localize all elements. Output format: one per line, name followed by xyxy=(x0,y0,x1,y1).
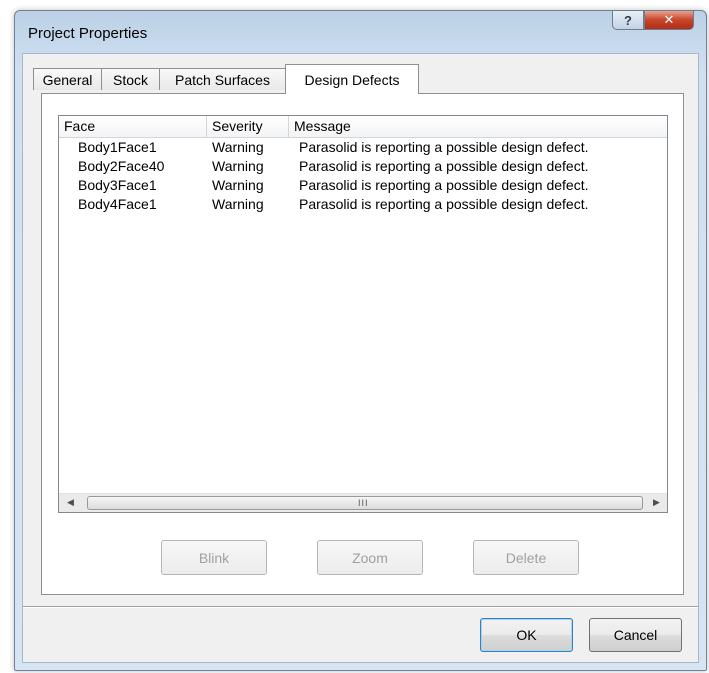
message-cell: Parasolid is reporting a possible design… xyxy=(299,139,589,155)
scroll-right-icon[interactable]: ▶ xyxy=(647,494,666,512)
close-icon: ✕ xyxy=(663,12,675,28)
project-properties-dialog: Project Properties ? ✕ General Stock Pat… xyxy=(14,10,707,671)
column-header-message[interactable]: Message xyxy=(289,116,667,137)
tab-stock[interactable]: Stock xyxy=(101,68,160,90)
face-cell: Body1Face1 xyxy=(78,139,157,155)
tab-label: Design Defects xyxy=(304,71,400,88)
severity-cell: Warning xyxy=(212,196,264,212)
dialog-client-area: General Stock Patch Surfaces Design Defe… xyxy=(22,53,699,663)
face-cell: Body4Face1 xyxy=(78,196,157,212)
message-cell: Parasolid is reporting a possible design… xyxy=(299,196,589,212)
window-title: Project Properties xyxy=(28,25,148,42)
tab-design-defects[interactable]: Design Defects xyxy=(285,64,419,94)
blink-button[interactable]: Blink xyxy=(161,540,267,575)
tab-label: Patch Surfaces xyxy=(175,71,270,88)
column-header-severity[interactable]: Severity xyxy=(207,116,289,137)
list-item[interactable]: Body2Face40 Warning Parasolid is reporti… xyxy=(59,157,667,176)
delete-button[interactable]: Delete xyxy=(473,540,579,575)
list-item[interactable]: Body3Face1 Warning Parasolid is reportin… xyxy=(59,176,667,195)
tab-label: General xyxy=(42,71,93,88)
severity-cell: Warning xyxy=(212,177,264,193)
zoom-button[interactable]: Zoom xyxy=(317,540,423,575)
list-header: Face Severity Message xyxy=(59,116,667,138)
list-item[interactable]: Body4Face1 Warning Parasolid is reportin… xyxy=(59,195,667,214)
horizontal-scrollbar[interactable]: ◀ III ▶ xyxy=(59,493,667,512)
scrollbar-thumb[interactable]: III xyxy=(87,496,643,510)
cancel-button[interactable]: Cancel xyxy=(589,618,682,652)
column-header-face[interactable]: Face xyxy=(59,116,207,137)
help-button[interactable]: ? xyxy=(612,10,644,30)
design-defects-panel: Face Severity Message Body1Face1 Warning… xyxy=(41,93,684,595)
severity-cell: Warning xyxy=(212,158,264,174)
face-cell: Body3Face1 xyxy=(78,177,157,193)
list-item[interactable]: Body1Face1 Warning Parasolid is reportin… xyxy=(59,138,667,157)
grip-icon: III xyxy=(358,498,369,508)
defects-list[interactable]: Face Severity Message Body1Face1 Warning… xyxy=(58,115,668,513)
message-cell: Parasolid is reporting a possible design… xyxy=(299,177,589,193)
scroll-left-icon[interactable]: ◀ xyxy=(61,494,80,512)
tab-patch-surfaces[interactable]: Patch Surfaces xyxy=(159,68,286,90)
title-bar[interactable]: Project Properties ? ✕ xyxy=(15,10,706,51)
tab-general[interactable]: General xyxy=(33,68,102,90)
severity-cell: Warning xyxy=(212,139,264,155)
message-cell: Parasolid is reporting a possible design… xyxy=(299,158,589,174)
close-button[interactable]: ✕ xyxy=(644,10,694,30)
face-cell: Body2Face40 xyxy=(78,158,165,174)
help-icon: ? xyxy=(624,12,632,28)
footer-separator xyxy=(23,606,698,608)
tab-label: Stock xyxy=(112,71,148,88)
ok-button[interactable]: OK xyxy=(480,618,573,652)
